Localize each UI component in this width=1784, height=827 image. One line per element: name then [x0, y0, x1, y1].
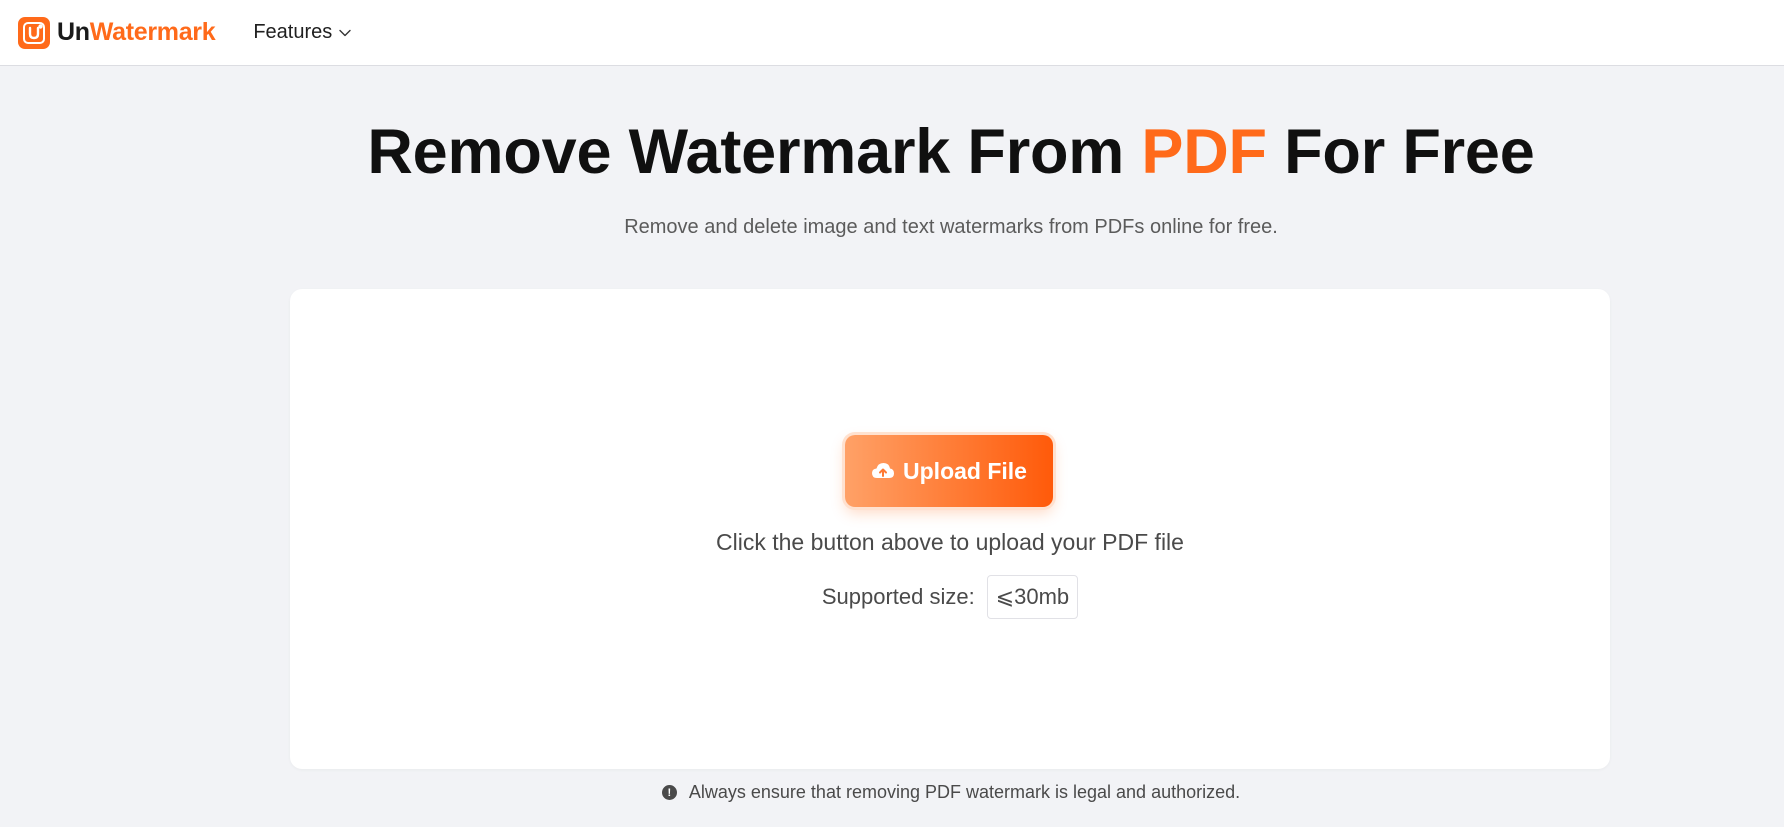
features-menu-label: Features	[253, 21, 333, 43]
page-subtitle: Remove and delete image and text waterma…	[624, 216, 1278, 238]
logo-text: UnWatermark	[57, 18, 216, 47]
cloud-upload-icon	[872, 463, 895, 478]
logo-text-un: Un	[57, 18, 90, 46]
upload-file-label: Upload File	[903, 457, 1027, 484]
upload-panel: Upload File Click the button above to up…	[290, 289, 1610, 769]
supported-size-row: Supported size: ⩽30mb	[290, 575, 1610, 619]
unwatermark-logo-icon	[18, 16, 50, 49]
page-title: Remove Watermark From PDF For Free	[0, 116, 1784, 188]
legal-notice-text: Always ensure that removing PDF watermar…	[688, 782, 1241, 802]
logo[interactable]: UnWatermark	[18, 0, 216, 66]
logo-text-watermark: Watermark	[89, 18, 216, 46]
chevron-down-icon	[339, 29, 351, 36]
supported-size-label: Supported size:	[821, 584, 975, 609]
info-icon: !	[661, 785, 677, 800]
legal-notice: ! Always ensure that removing PDF waterm…	[0, 782, 1784, 803]
top-navbar: UnWatermark Features	[0, 0, 1784, 66]
supported-size-badge: ⩽30mb	[986, 575, 1079, 619]
page-title-part1: Remove Watermark From	[367, 117, 1142, 187]
page-title-part2: For Free	[1266, 117, 1535, 187]
page-title-accent: PDF	[1141, 117, 1267, 187]
upload-file-button[interactable]: Upload File	[845, 435, 1053, 507]
features-menu[interactable]: Features	[253, 21, 352, 44]
upload-hint: Click the button above to upload your PD…	[716, 529, 1184, 555]
